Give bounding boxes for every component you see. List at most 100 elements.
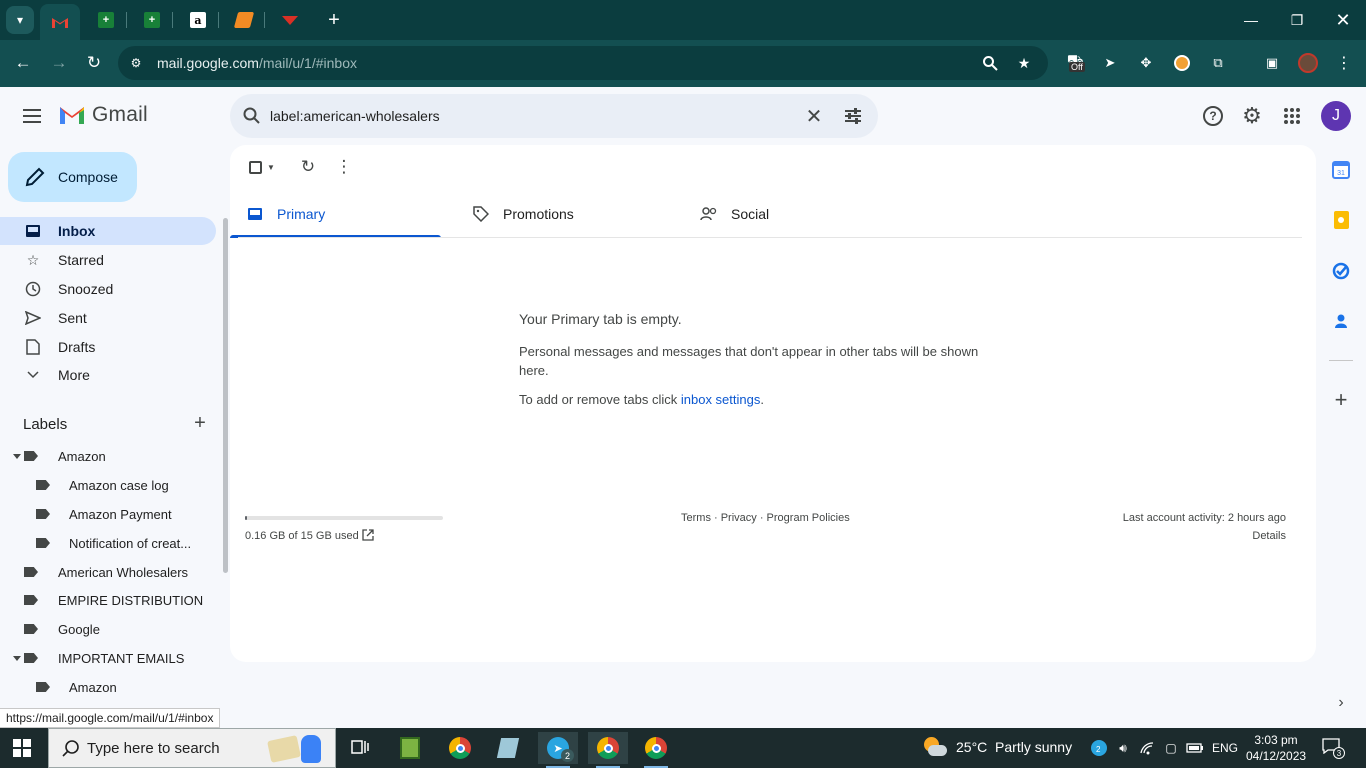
expand-caret-icon[interactable] [13, 656, 21, 661]
label-item[interactable]: Amazon [24, 443, 106, 469]
label-item[interactable]: Google [24, 616, 100, 642]
extensions-icon[interactable]: ⧉ [1206, 51, 1230, 75]
label-item[interactable]: Amazon Payment [36, 501, 172, 527]
notifications-icon[interactable]: 3 [1322, 738, 1345, 759]
sidebar-item-snoozed[interactable]: Snoozed [0, 275, 216, 303]
clear-search-icon[interactable]: ✕ [803, 105, 825, 128]
sidebar-item-label: Starred [58, 252, 104, 268]
hide-side-panel-icon[interactable]: › [1331, 693, 1351, 713]
extension-orange-icon[interactable] [1170, 51, 1194, 75]
taskbar-clock[interactable]: 3:03 pm 04/12/2023 [1246, 732, 1306, 764]
address-url[interactable]: mail.google.com/mail/u/1/#inbox [157, 55, 357, 71]
sidebar-item-drafts[interactable]: Drafts [0, 333, 216, 361]
bookmark-star-icon[interactable]: ★ [1014, 53, 1034, 73]
reload-button[interactable]: ↻ [79, 48, 109, 78]
tab-sheets-1[interactable]: + [90, 4, 122, 36]
refresh-icon[interactable]: ↻ [298, 157, 318, 177]
tray-app-icon[interactable]: 2 [1089, 738, 1109, 758]
expand-caret-icon[interactable] [13, 454, 21, 459]
address-bar[interactable]: ⚙ mail.google.com/mail/u/1/#inbox ★ [118, 46, 1048, 80]
sidebar-item-more[interactable]: More [0, 361, 216, 389]
tab-primary[interactable]: Primary [230, 189, 448, 238]
profile-avatar-icon[interactable] [1296, 51, 1320, 75]
account-avatar[interactable]: J [1321, 101, 1351, 131]
tab-app-red[interactable] [274, 4, 306, 36]
extension-off-icon[interactable]: ⛟ Off [1064, 51, 1088, 75]
label-item[interactable]: EMPIRE DISTRIBUTION [24, 587, 203, 613]
label-item[interactable]: Notification of creat... [36, 530, 191, 556]
label-item[interactable]: American Wholesalers [24, 559, 188, 585]
taskbar-app-icon[interactable] [488, 732, 528, 764]
extension-arrow-icon[interactable]: ➤ [1098, 51, 1122, 75]
sidebar-scrollbar[interactable] [223, 218, 228, 573]
tab-sheets-2[interactable]: + [136, 4, 168, 36]
taskbar-chrome-icon[interactable] [440, 732, 480, 764]
contacts-icon[interactable] [1331, 311, 1351, 331]
sidebar-item-inbox[interactable]: Inbox [0, 217, 216, 245]
back-button[interactable]: ← [8, 48, 38, 78]
tab-social[interactable]: Social [684, 189, 902, 238]
task-view-icon[interactable] [340, 732, 380, 764]
settings-gear-icon[interactable]: ⚙ [1240, 103, 1264, 128]
google-apps-icon[interactable] [1280, 104, 1304, 128]
restore-button[interactable]: ❐ [1274, 0, 1320, 40]
create-label-icon[interactable]: + [190, 412, 210, 434]
close-window-button[interactable]: ✕ [1320, 0, 1366, 40]
search-input[interactable]: label:american-wholesalers [270, 108, 440, 124]
compose-button[interactable]: Compose [8, 152, 137, 202]
new-tab-button[interactable]: + [320, 6, 348, 34]
taskbar-telegram-icon[interactable]: ➤ 2 [538, 732, 578, 768]
calendar-icon[interactable]: 31 [1331, 160, 1351, 180]
sidebar-item-label: More [58, 367, 90, 383]
extension-puzzle-dots-icon[interactable]: ✥ [1134, 51, 1158, 75]
search-options-icon[interactable] [842, 105, 864, 127]
forward-button[interactable]: → [44, 48, 74, 78]
zoom-icon[interactable] [980, 53, 1000, 73]
select-all-checkbox[interactable]: ▼ [246, 157, 278, 177]
label-text: Amazon [58, 448, 106, 464]
sidebar-item-sent[interactable]: Sent [0, 304, 216, 332]
sidebar-item-label: Snoozed [58, 281, 114, 297]
sidebar-item-label: Sent [58, 310, 87, 326]
open-storage-icon[interactable] [361, 528, 375, 542]
notification-count: 3 [1333, 747, 1345, 759]
side-panel-icon[interactable]: ▣ [1260, 51, 1284, 75]
browser-menu-icon[interactable]: ⋮ [1332, 51, 1356, 75]
tab-search-button[interactable]: ▾ [6, 6, 34, 34]
taskbar-chrome-profile-2-icon[interactable] [636, 732, 676, 768]
tab-label: Primary [277, 205, 326, 222]
sidebar-item-starred[interactable]: ☆ Starred [0, 246, 216, 274]
meet-now-icon[interactable]: ▢ [1161, 738, 1181, 758]
taskbar-chrome-profile-1-icon[interactable] [588, 732, 628, 768]
site-info-icon[interactable]: ⚙ [126, 53, 146, 73]
volume-icon[interactable]: 🔊︎ [1113, 738, 1133, 758]
tab-promotions[interactable]: Promotions [456, 189, 674, 238]
tab-amazon[interactable]: a [182, 4, 214, 36]
get-addons-icon[interactable]: + [1331, 387, 1351, 412]
tab-gmail[interactable] [40, 4, 80, 40]
gmail-logo[interactable]: Gmail [58, 103, 148, 127]
help-icon[interactable]: ? [1201, 104, 1225, 128]
label-item[interactable]: Amazon [36, 674, 117, 700]
language-indicator[interactable]: ENG [1212, 741, 1238, 755]
windows-start-icon[interactable] [12, 738, 32, 758]
taskbar-search[interactable]: Type here to search [48, 728, 336, 768]
label-item[interactable]: Amazon case log [36, 472, 169, 498]
search-bar[interactable]: label:american-wholesalers ✕ [230, 94, 878, 138]
battery-icon[interactable] [1185, 738, 1205, 758]
activity-details-link[interactable]: Details [1252, 530, 1286, 542]
tasks-icon[interactable] [1331, 261, 1351, 281]
wifi-icon[interactable] [1137, 738, 1157, 758]
search-icon[interactable] [242, 106, 262, 126]
tab-separator [172, 12, 173, 28]
keep-icon[interactable] [1331, 210, 1351, 230]
more-options-icon[interactable]: ⋮ [334, 157, 354, 177]
footer-links[interactable]: Terms · Privacy · Program Policies [681, 512, 850, 524]
inbox-settings-link[interactable]: inbox settings [681, 392, 761, 407]
main-menu-icon[interactable] [16, 100, 48, 132]
label-item[interactable]: IMPORTANT EMAILS [24, 645, 184, 671]
minimize-button[interactable]: — [1228, 0, 1274, 40]
taskbar-notes-app-icon[interactable] [390, 732, 430, 764]
weather-widget[interactable]: 25°C Partly sunny [922, 736, 1072, 758]
tab-app-orange[interactable] [228, 4, 260, 36]
